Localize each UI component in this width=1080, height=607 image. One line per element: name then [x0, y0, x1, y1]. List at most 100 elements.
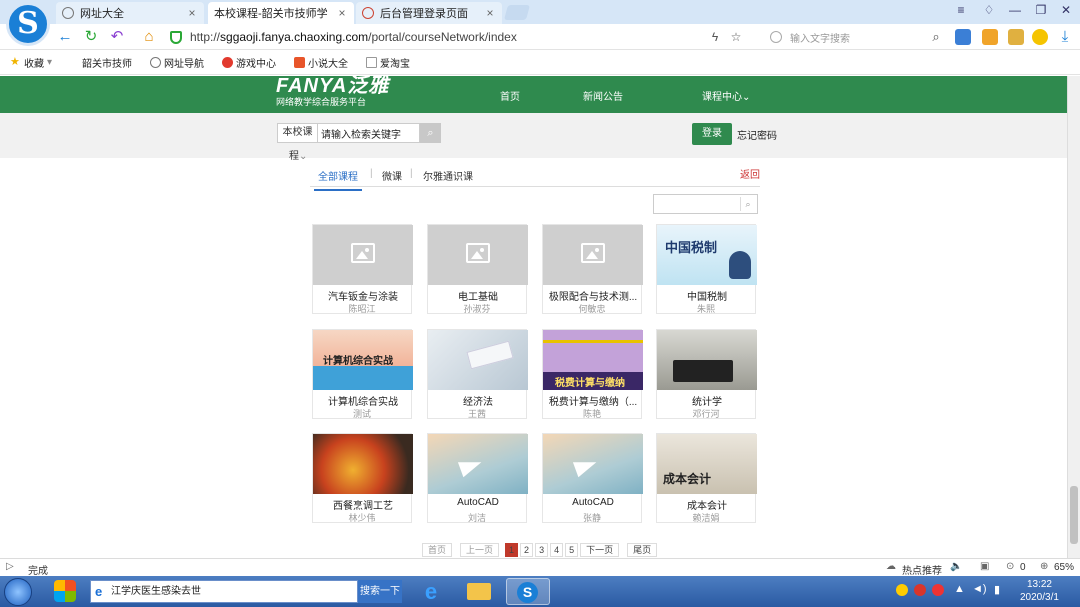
- pager-last[interactable]: 尾页: [627, 543, 658, 557]
- pager-next[interactable]: 下一页: [580, 543, 620, 557]
- refresh-icon[interactable]: ↻: [82, 28, 100, 46]
- lightning-icon[interactable]: ϟ: [706, 28, 724, 46]
- scrollbar-thumb[interactable]: [1070, 486, 1078, 544]
- browser-taskbar-button[interactable]: S: [506, 578, 550, 605]
- close-window-icon[interactable]: ✕: [1055, 3, 1077, 21]
- bookmark-novels[interactable]: 小说大全: [294, 55, 348, 70]
- back-link[interactable]: 返回: [740, 166, 760, 181]
- course-card[interactable]: 成本会计 成本会计 赖洁娟: [656, 433, 757, 523]
- browser-search-input[interactable]: 输入文字搜索: [770, 27, 945, 47]
- home-icon[interactable]: ⌂: [140, 28, 158, 46]
- pager-page-1[interactable]: 1: [505, 543, 519, 557]
- lock-icon[interactable]: ▣: [980, 561, 989, 572]
- search-icon[interactable]: ⌕: [420, 123, 441, 143]
- url-field[interactable]: http://sggaoji.fanya.chaoxing.com/portal…: [170, 27, 700, 47]
- search-icon[interactable]: ⌕: [740, 197, 755, 211]
- search-icon[interactable]: ⌕: [927, 28, 945, 46]
- back-arrow-icon[interactable]: ←: [56, 28, 74, 46]
- course-tabs: 全部课程 | 微课 | 尔雅通识课 返回: [310, 160, 760, 191]
- bookmark-games[interactable]: 游戏中心: [222, 55, 276, 70]
- taskbar-search-input[interactable]: e 江学庆医生感染去世: [90, 580, 358, 603]
- course-thumbnail: [543, 434, 643, 494]
- divider: |: [410, 168, 413, 179]
- tray-app-icon[interactable]: [896, 584, 908, 596]
- pager-page-3[interactable]: 3: [535, 543, 549, 557]
- login-button[interactable]: 登录: [692, 123, 732, 145]
- tab-all-courses[interactable]: 全部课程: [314, 168, 362, 191]
- tray-flag-icon[interactable]: ▲: [954, 583, 965, 595]
- extension-icon[interactable]: [955, 29, 971, 45]
- tray-volume-icon[interactable]: ◄): [972, 583, 987, 595]
- taskbar-search-button[interactable]: 搜索一下: [358, 580, 402, 603]
- course-search-input[interactable]: [318, 123, 420, 143]
- divider: |: [370, 168, 373, 179]
- page-scrollbar[interactable]: [1067, 76, 1080, 558]
- course-card[interactable]: 西餐烹调工艺 林少伟: [312, 433, 413, 523]
- close-icon[interactable]: ×: [336, 6, 348, 20]
- browser-logo[interactable]: S: [6, 2, 50, 46]
- face-icon[interactable]: [1032, 29, 1048, 45]
- pager-page-4[interactable]: 4: [550, 543, 564, 557]
- mail-icon[interactable]: [982, 29, 998, 45]
- course-card[interactable]: 税费计算与缴纳 税费计算与缴纳（... 陈艳: [542, 329, 643, 419]
- restore-icon[interactable]: ❐: [1030, 3, 1052, 21]
- tab-admin-login[interactable]: 后台管理登录页面 ×: [356, 2, 502, 24]
- ie-icon[interactable]: e: [416, 578, 446, 605]
- course-card[interactable]: 中国税制 中国税制 朱熙: [656, 224, 757, 314]
- pager-prev[interactable]: 上一页: [460, 543, 500, 557]
- hot-recommend-link[interactable]: 热点推荐: [902, 562, 942, 577]
- close-icon[interactable]: ×: [186, 6, 198, 20]
- search-scope-select[interactable]: 本校课: [277, 123, 318, 143]
- undo-icon[interactable]: ↶: [108, 28, 126, 46]
- download-count-icon[interactable]: ⊙: [1006, 561, 1014, 572]
- forgot-password-link[interactable]: 忘记密码: [737, 127, 777, 142]
- course-thumbnail: [313, 434, 413, 494]
- course-card[interactable]: 统计学 邓行河: [656, 329, 757, 419]
- new-tab-button[interactable]: [503, 5, 531, 20]
- course-teacher: 张静: [582, 513, 601, 523]
- key-icon[interactable]: [1008, 29, 1024, 45]
- pager-first[interactable]: 首页: [422, 543, 453, 557]
- course-card[interactable]: 经济法 王茜: [427, 329, 528, 419]
- system-clock[interactable]: 13:22 2020/3/1: [1020, 578, 1059, 604]
- download-icon[interactable]: ⤓: [1056, 28, 1074, 46]
- course-card[interactable]: AutoCAD 张静: [542, 433, 643, 523]
- tab-erya-courses[interactable]: 尔雅通识课: [423, 168, 473, 183]
- shield-icon: [170, 30, 182, 44]
- course-title: 电工基础: [458, 292, 498, 303]
- course-card[interactable]: AutoCAD 刘洁: [427, 433, 528, 523]
- skin-icon[interactable]: ♢: [978, 3, 1000, 21]
- star-icon[interactable]: ☆: [727, 28, 745, 46]
- tray-security-icon[interactable]: [932, 584, 944, 596]
- bookmark-nav[interactable]: 网址导航: [150, 55, 204, 70]
- course-card[interactable]: 电工基础 孙淑芬: [427, 224, 528, 314]
- course-card[interactable]: 汽车钣金与涂装 陈昭江: [312, 224, 413, 314]
- tray-antivirus-icon[interactable]: [914, 584, 926, 596]
- site-logo[interactable]: FANYA泛雅 网络教学综合服务平台: [276, 76, 389, 108]
- nav-news[interactable]: 新闻公告: [583, 88, 623, 103]
- speaker-icon[interactable]: 🔈: [950, 561, 962, 572]
- minimize-icon[interactable]: —: [1004, 3, 1026, 21]
- bookmark-favorites[interactable]: ★ 收藏 ▾: [10, 55, 52, 71]
- tab-course-page[interactable]: 本校课程-韶关市技师学 ×: [208, 2, 354, 24]
- close-icon[interactable]: ×: [484, 6, 496, 20]
- bookmark-taobao[interactable]: 爱淘宝: [366, 55, 410, 70]
- nav-home[interactable]: 首页: [500, 88, 520, 103]
- pager-page-2[interactable]: 2: [520, 543, 534, 557]
- pager-page-5[interactable]: 5: [565, 543, 579, 557]
- folder-icon[interactable]: [464, 578, 494, 605]
- app-icon[interactable]: [52, 578, 80, 605]
- course-filter-input[interactable]: ⌕: [653, 194, 758, 214]
- sidebar-toggle-icon[interactable]: ▷: [6, 561, 14, 572]
- tab-micro-courses[interactable]: 微课: [382, 168, 402, 183]
- nav-courses[interactable]: 课程中心⌄: [702, 88, 750, 103]
- tab-nav-directory[interactable]: 网址大全 ×: [56, 2, 204, 24]
- start-button[interactable]: [4, 578, 32, 606]
- menu-icon[interactable]: ≡: [950, 3, 972, 21]
- tray-network-icon[interactable]: ▮: [994, 583, 1000, 596]
- zoom-icon[interactable]: ⊕: [1040, 561, 1048, 572]
- course-card[interactable]: 极限配合与技术测... 何敏忠: [542, 224, 643, 314]
- bookmark-school[interactable]: 韶关市技师: [82, 55, 132, 70]
- zoom-level[interactable]: 65%: [1054, 562, 1074, 573]
- course-card[interactable]: 计算机综合实战 计算机综合实战 测试: [312, 329, 413, 419]
